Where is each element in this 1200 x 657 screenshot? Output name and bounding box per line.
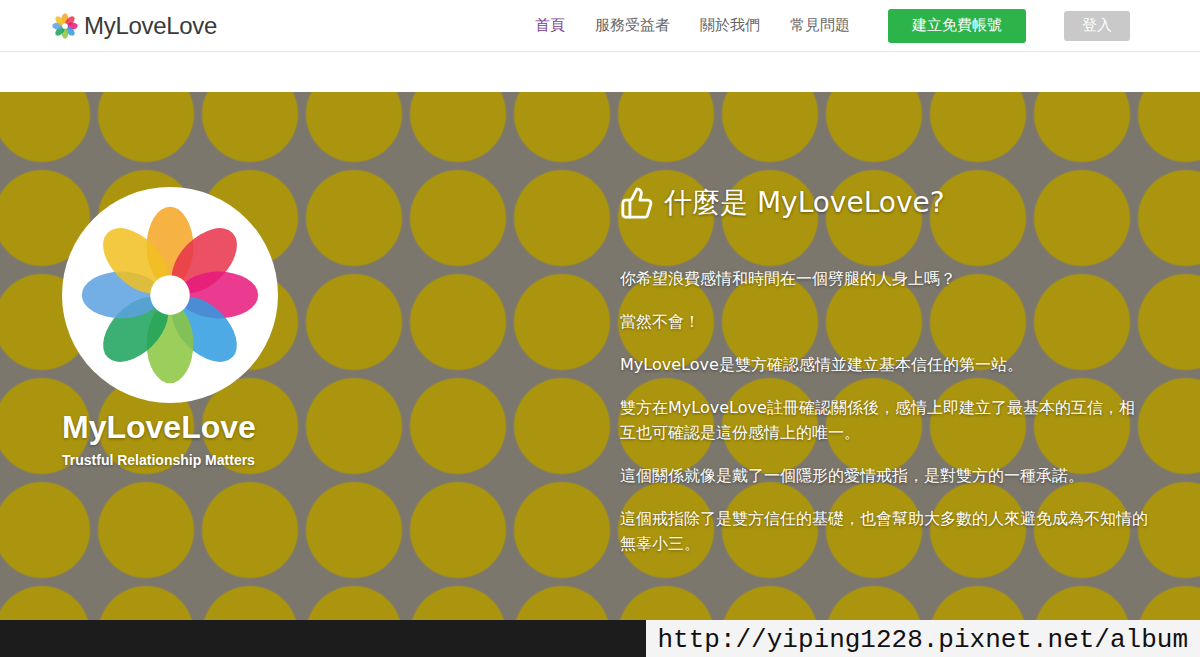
navbar: MyLoveLove 首頁 服務受益者 關於我們 常見問題 建立免費帳號 登入 [0, 0, 1200, 52]
login-button[interactable]: 登入 [1064, 11, 1130, 41]
nav-item[interactable]: 常見問題 [790, 16, 850, 35]
brand[interactable]: MyLoveLove [52, 12, 217, 40]
intro-paragraph: 這個戒指除了是雙方信任的基礎，也會幫助大多數的人來避免成為不知情的無辜小三。 [620, 506, 1150, 556]
nav-item[interactable]: 服務受益者 [595, 16, 670, 35]
page: MyLoveLove首頁服務受益者關於我們常見問題建立免費帳號登入MyLoveL… [0, 0, 1200, 657]
intro-paragraph: 雙方在MyLoveLove註冊確認關係後，感情上即建立了最基本的互信，相互也可確… [620, 395, 1150, 445]
thumbs-up-icon [620, 186, 654, 220]
logo-title: MyLoveLove [62, 409, 256, 446]
brand-name[interactable]: MyLoveLove [84, 12, 217, 40]
big-flower-logo-icon [80, 205, 260, 385]
intro-paragraph: 當然不會！ [620, 309, 1150, 334]
signup-button[interactable]: 建立免費帳號 [888, 9, 1026, 43]
intro-heading: 什麼是 MyLoveLove? [620, 184, 1150, 222]
nav-item[interactable]: 關於我們 [700, 16, 760, 35]
logo-tagline: Trustful Relationship Matters [62, 452, 255, 468]
intro-paragraph: 這個關係就像是戴了一個隱形的愛情戒指，是對雙方的一種承諾。 [620, 463, 1150, 488]
flower-logo-icon [52, 13, 78, 39]
watermark: http://yiping1228.pixnet.net/album [646, 620, 1200, 657]
intro-paragraph: MyLoveLove是雙方確認感情並建立基本信任的第一站。 [620, 352, 1150, 377]
logo-column: MyLoveLove Trustful Relationship Matters [0, 92, 340, 620]
spacer [0, 52, 1200, 92]
watermark-bar: http://yiping1228.pixnet.net/album [0, 620, 1200, 657]
hero: MyLoveLove Trustful Relationship Matters 什… [0, 92, 1200, 620]
intro-column: 什麼是 MyLoveLove? 你希望浪費感情和時間在一個劈腿的人身上嗎？ 當然不會… [620, 92, 1200, 620]
logo-circle [62, 187, 278, 403]
nav-list: 首頁 服務受益者 關於我們 常見問題 [535, 16, 850, 35]
nav-item[interactable]: 首頁 [535, 16, 565, 35]
intro-paragraph: 你希望浪費感情和時間在一個劈腿的人身上嗎？ [620, 266, 1150, 291]
